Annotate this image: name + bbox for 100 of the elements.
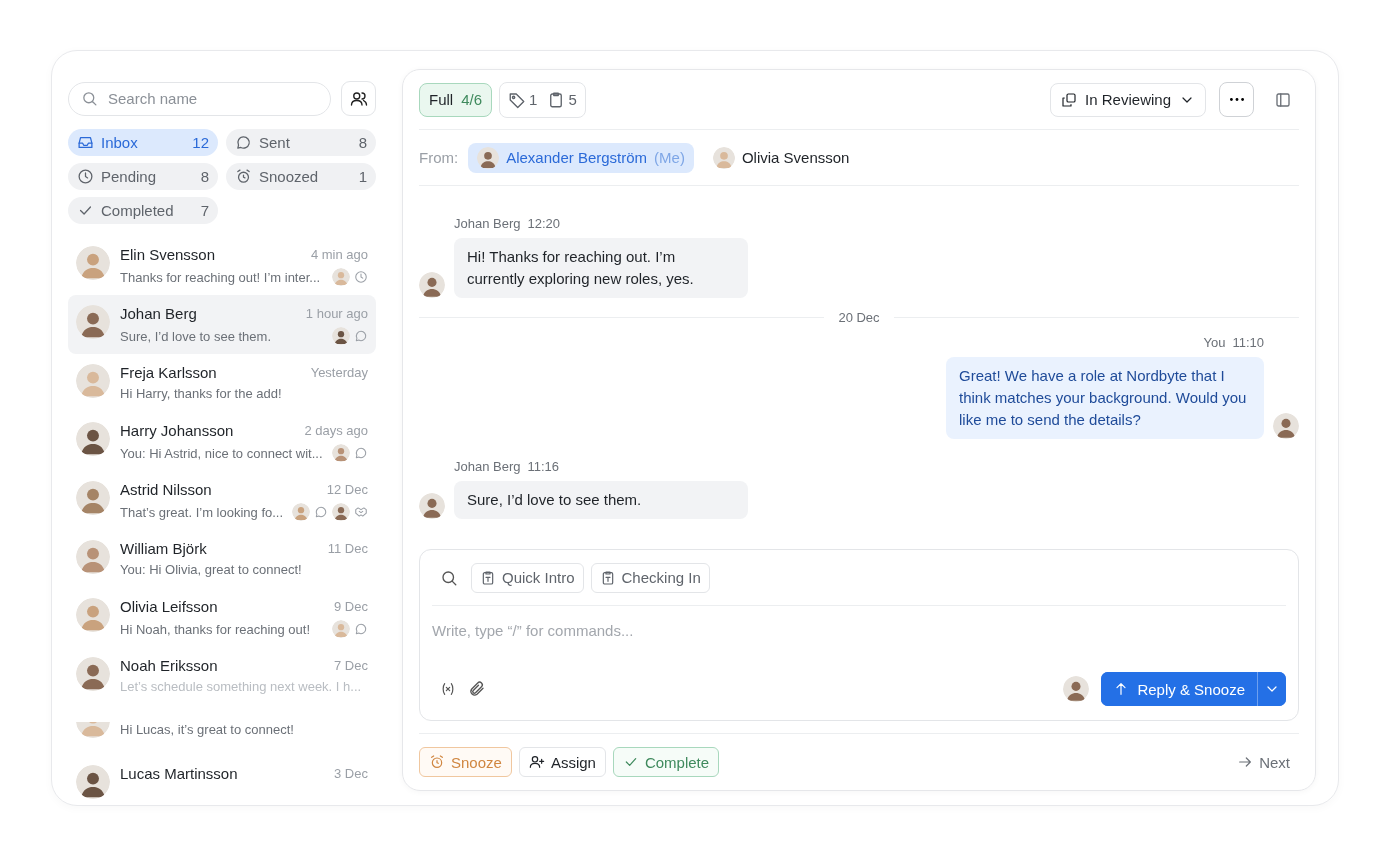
alarm-clock-icon [235, 168, 252, 185]
avatar [76, 422, 110, 457]
message-preview: You: Hi Astrid, nice to connect wit... [120, 445, 323, 461]
message-preview: That’s great. I’m looking fo... [120, 504, 284, 520]
chat-bubble-icon [354, 446, 368, 461]
timestamp: 1 hour ago [305, 306, 368, 321]
avatar [332, 268, 350, 286]
avatar [292, 503, 310, 522]
timestamp: 3 Dec [334, 766, 368, 781]
sender-chip[interactable]: Alexander Bergström (Me) [468, 142, 694, 173]
status-dropdown[interactable]: In Reviewing [1050, 82, 1206, 117]
avatar [1273, 413, 1299, 439]
chat-bubble-icon [354, 329, 368, 343]
message-preview: Hi Noah, thanks for reaching out! [120, 621, 311, 637]
timestamp: 7 Dec [334, 658, 368, 674]
from-label: From: [419, 149, 459, 166]
avatar [1063, 676, 1090, 702]
sender-name: Johan Berg [454, 216, 521, 231]
more-icon [1229, 98, 1244, 101]
avatar [332, 327, 350, 345]
message-time: 11:16 [527, 459, 560, 474]
send-options-button[interactable] [1257, 672, 1286, 706]
avatar [477, 146, 500, 169]
clock-icon [354, 270, 368, 284]
complete-button[interactable]: Complete [612, 747, 720, 777]
message-preview: Let’s schedule something next week. I h... [120, 679, 362, 695]
message-time: 12:20 [527, 216, 561, 231]
conversation-item[interactable]: Astrid Nilsson 12 Dec That’s great. I’m looking fo... [68, 471, 376, 531]
avatar [76, 598, 110, 633]
contact-name: William Björk [120, 540, 207, 558]
avatar [419, 272, 445, 298]
chat-bubble-icon [314, 505, 328, 520]
assign-button[interactable]: Assign [518, 747, 606, 777]
folder-tab[interactable]: Pending 8 [68, 163, 218, 190]
folder-tab[interactable]: Sent 8 [226, 129, 376, 156]
timestamp: 11 Dec [327, 541, 368, 557]
message-preview: Sure, I’d love to see them. [120, 328, 272, 344]
avatar [76, 657, 110, 692]
contact-name: Noah Eriksson [120, 657, 218, 675]
variable-button[interactable] [440, 681, 456, 697]
sender-name: You [1203, 335, 1226, 350]
avatar [76, 364, 110, 398]
folder-tab[interactable]: Completed 7 [68, 197, 218, 224]
contact-name: Johan Berg [120, 305, 197, 322]
conversation-item[interactable]: Lucas Martinsson 3 Dec [68, 755, 376, 805]
timestamp: Yesterday [310, 365, 368, 380]
panel-icon [1274, 90, 1292, 109]
sender-chip[interactable]: Olivia Svensson [703, 142, 859, 173]
conversation-item[interactable]: Freja Karlsson Yesterday Hi Harry, thanks for the add! [68, 354, 376, 413]
avatar [712, 146, 735, 169]
timestamp: 9 Dec [334, 599, 368, 615]
template-button[interactable]: Checking In [590, 562, 710, 593]
clock-icon [77, 168, 94, 185]
avatar [76, 246, 110, 280]
paperclip-icon [468, 680, 486, 698]
message-bubble: Sure, I’d love to see them. [454, 481, 748, 519]
message-preview: Hi Lucas, it’s great to connect! [120, 721, 295, 737]
avatar [76, 540, 110, 575]
note-count: 5 [568, 91, 577, 108]
conversation-item[interactable]: Noah Eriksson 7 Dec Let’s schedule something next week. I h... [68, 647, 376, 706]
folder-tab[interactable]: Inbox 12 [68, 129, 218, 156]
alarm-clock-icon [429, 754, 445, 770]
message-preview: Thanks for reaching out! I’m inter... [120, 269, 321, 285]
message-bubble: Great! We have a role at Nordbyte that I think matches your background. Would you like me to send the details? [946, 357, 1264, 439]
folder-tab[interactable]: Snoozed 1 [226, 163, 376, 190]
conversation-item[interactable]: Elin Svensson 4 min ago Thanks for reaching out! I’m inter... [68, 236, 376, 295]
plan-badge[interactable]: Full 4/6 [419, 82, 493, 117]
avatar [76, 765, 110, 799]
people-icon [349, 89, 368, 108]
message-preview: Hi Harry, thanks for the add! [120, 386, 282, 401]
timestamp: 12 Dec [326, 482, 368, 498]
tag-icon [508, 90, 527, 109]
contact-name: Harry Johansson [120, 422, 234, 440]
avatar [332, 444, 350, 463]
composer[interactable]: Quick Intro Checking In Write, type “/” for commands... Reply & Snooze [419, 549, 1299, 721]
message-input[interactable]: Write, type “/” for commands... [432, 620, 1286, 640]
date-divider: 20 Dec [838, 310, 880, 325]
conversation-item[interactable]: William Björk 11 Dec You: Hi Olivia, great to connect! [68, 530, 376, 589]
attach-button[interactable] [468, 680, 486, 698]
search-button[interactable] [440, 568, 458, 587]
template-button[interactable]: Quick Intro [471, 562, 584, 593]
contact-name: Astrid Nilsson [120, 481, 212, 499]
message-bubble: Hi! Thanks for reaching out. I’m currently exploring new roles, yes. [454, 238, 748, 298]
avatar [332, 503, 350, 522]
conversation-item[interactable]: Harry Johansson 2 days ago You: Hi Astrid, nice to connect wit... [68, 412, 376, 472]
tag-count: 1 [529, 91, 538, 108]
avatar [76, 481, 110, 516]
message-preview: You: Hi Olivia, great to connect! [120, 562, 302, 578]
contact-name: Freja Karlsson [120, 364, 217, 381]
conversation-item[interactable]: Olivia Leifsson 9 Dec Hi Noah, thanks for reaching out! [68, 588, 376, 648]
contact-name: Lucas Martinsson [120, 765, 238, 782]
variable-icon [440, 681, 456, 697]
contact-name: Elin Svensson [120, 246, 216, 263]
conversation-item[interactable]: Johan Berg 1 hour ago Sure, I’d love to see them. [68, 295, 376, 354]
search-icon [81, 90, 98, 107]
clipboard-icon [480, 569, 496, 586]
contacts-button[interactable] [341, 81, 376, 116]
message-time: 11:10 [1232, 335, 1264, 350]
search-icon [440, 568, 458, 587]
search-input[interactable]: Search name [106, 89, 318, 108]
